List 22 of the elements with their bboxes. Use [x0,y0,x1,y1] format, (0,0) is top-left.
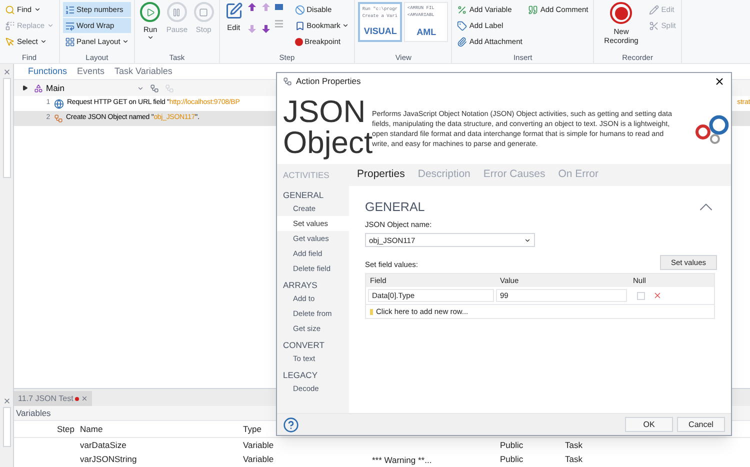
column-header: Name [80,422,104,436]
table-cell-text: Public [500,438,524,452]
nav-section: LEGACY [283,369,349,381]
activity-heading: Object [283,127,372,158]
table-cell-text: varDataSize [80,438,128,452]
nav-title: ACTIVITIES [283,169,330,182]
nav-section: CONVERT [283,339,349,351]
table-cell: *** Warning **... [372,455,432,465]
column-header: Type [243,422,262,436]
table-cell-text: Variable [243,438,275,452]
nav-section: ARRAYS [283,279,349,291]
table-cell-text: varJSONString [80,452,138,466]
activity-heading: JSON [283,96,367,127]
table-cell: Task [565,438,582,452]
table-cell: Task [565,452,582,466]
section-title: GENERAL [365,198,425,216]
table-cell-text: Public [500,452,524,466]
dialog-title: Action Properties [296,75,361,88]
nav-section: GENERAL [283,189,349,201]
panel-title: Variables [16,406,51,420]
column-header: Step [57,422,76,436]
table-cell-text: Variable [243,452,275,466]
